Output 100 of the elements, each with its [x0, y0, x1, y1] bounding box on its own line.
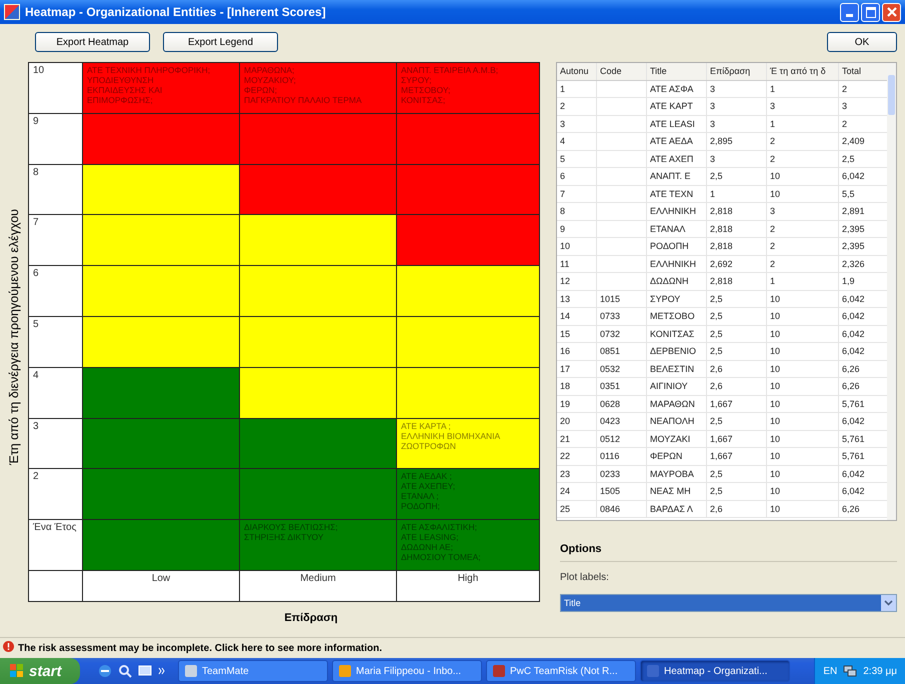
- table-cell: 10: [767, 448, 839, 464]
- table-cell: ΝΕΑΠΟΛΗ: [647, 413, 707, 430]
- table-cell: 2: [557, 98, 597, 114]
- table-cell: 1,667: [707, 430, 767, 447]
- table-cell: 6: [557, 168, 597, 184]
- table-cell: 18: [557, 378, 597, 394]
- table-cell: 2,5: [707, 168, 767, 184]
- taskbar-button[interactable]: Heatmap - Organizati...: [640, 660, 790, 682]
- export-button[interactable]: Export Heatmap: [35, 32, 150, 52]
- taskbar-button[interactable]: PwC TeamRisk (Not R...: [486, 660, 636, 682]
- table-cell: 1,667: [707, 448, 767, 464]
- table-cell-text: 6,042: [841, 468, 866, 481]
- window-title: Heatmap - Organizational Entities - [Inherent Scores]: [25, 5, 327, 19]
- network-icon[interactable]: [843, 665, 858, 677]
- table-cell: 2,5: [707, 326, 767, 342]
- export-button[interactable]: Export Legend: [163, 32, 278, 52]
- chevron-icon[interactable]: [158, 667, 166, 675]
- table-cell: ΕΛΛΗΝΙΚΗ: [647, 203, 707, 220]
- table-cell: ΑΙΓΙΝΙΟΥ: [647, 378, 707, 394]
- column-header[interactable]: Code: [597, 63, 647, 80]
- table-cell: 10: [767, 343, 839, 360]
- row-label: 8: [29, 164, 83, 216]
- scrollbar[interactable]: [887, 63, 896, 520]
- table-cell: 0628: [597, 396, 647, 412]
- column-header[interactable]: Έ τη από τη δ: [767, 63, 839, 80]
- cell-label: ΑΤΕ ΑΣΦΑΛΙΣΤΙΚΗ; ΑΤΕ LEASING; ΔΩΔΩΝΗ ΑΕ; ΔΗΜΟΣΙΟΥ ΤΟΜΕΑ;: [401, 522, 482, 562]
- table-cell-text: 6,26: [841, 380, 861, 394]
- table-cell: 2: [767, 220, 839, 237]
- table-cell: ΔΩΔΩΝΗ: [647, 273, 707, 290]
- table-cell: ΔΕΡΒΕΝΙΟ: [647, 343, 707, 360]
- clock: 2:39 μμ: [863, 666, 897, 676]
- table-cell: 10: [767, 308, 839, 324]
- maximize-button[interactable]: [861, 2, 880, 22]
- search-icon[interactable]: [118, 664, 132, 678]
- row-label: 7: [29, 215, 83, 266]
- table-cell: 1505: [597, 483, 647, 500]
- table-cell: 5: [557, 150, 597, 167]
- start-button[interactable]: start: [0, 658, 80, 684]
- table-cell-text: 2: [841, 118, 848, 131]
- ok-button[interactable]: OK: [827, 32, 897, 52]
- table-cell: 1: [767, 80, 839, 97]
- table-cell: 2,6: [707, 500, 767, 517]
- table-cell: 2,6: [707, 360, 767, 377]
- table-cell: 12: [557, 273, 597, 290]
- table-cell: ΚΟΝΙΤΣΑΣ: [647, 326, 707, 342]
- table-cell-text: 6,26: [841, 362, 861, 376]
- table-cell: 2,6: [707, 378, 767, 394]
- table-cell: 2: [767, 150, 839, 167]
- table-cell: 9: [557, 220, 597, 237]
- table-cell: 2,692: [707, 256, 767, 272]
- table-cell: 2,5: [707, 466, 767, 482]
- plot-labels-dropdown[interactable]: Title: [560, 594, 897, 612]
- table-cell: 10: [767, 290, 839, 307]
- status-message[interactable]: The risk assessment may be incomplete. Click here to see more information.: [18, 642, 382, 654]
- table-cell-text: 6,042: [841, 292, 866, 306]
- table-cell: ΡΟΔΟΠΗ: [647, 238, 707, 254]
- desktop-icon[interactable]: [138, 664, 152, 678]
- app-icon: [339, 665, 351, 677]
- table-cell: 1015: [597, 290, 647, 307]
- table-cell: 1: [767, 273, 839, 290]
- column-header[interactable]: Επίδραση: [707, 63, 767, 80]
- table-cell: 22: [557, 448, 597, 464]
- table-cell: 2: [767, 133, 839, 150]
- table-cell: 10: [767, 360, 839, 377]
- table-cell: 25: [557, 500, 597, 517]
- table-cell-text: 5,761: [841, 432, 866, 446]
- table-cell: 10: [767, 500, 839, 517]
- table-cell: ΑΝΑΠΤ. Ε: [647, 168, 707, 184]
- table-cell: ΕΤΑΝΑΛ: [647, 220, 707, 237]
- column-header[interactable]: Total: [839, 63, 879, 80]
- table-cell: 19: [557, 396, 597, 412]
- row-label: Ένα Έτος: [29, 520, 83, 571]
- table-cell: 21: [557, 430, 597, 447]
- table-cell: ΑΤΕ ΤΕΧΝ: [647, 186, 707, 202]
- cell-label: ΔΙΑΡΚΟΥΣ ΒΕΛΤΙΩΣΗΣ; ΣΤΗΡΙΞΗΣ ΔΙΚΤΥΟΥ: [244, 522, 339, 542]
- table-cell: ΒΑΡΔΑΣ Λ: [647, 500, 707, 517]
- table-cell: 2,5: [707, 483, 767, 500]
- table-cell: 3: [767, 203, 839, 220]
- close-button[interactable]: [882, 2, 901, 22]
- table-cell: 1: [707, 186, 767, 202]
- table-cell: 0351: [597, 378, 647, 394]
- table-cell: 10: [767, 168, 839, 184]
- table-cell: 2,5: [707, 308, 767, 324]
- minimize-button[interactable]: [840, 2, 859, 22]
- cell-label: ΑΤΕ ΑΕΔΑΚ ; ΑΤΕ ΑΧΕΠΕΥ; ΕΤΑΝΑΛ ; ΡΟΔΟΠΗ;: [401, 471, 456, 512]
- table-cell: 2,5: [707, 290, 767, 307]
- table-cell: 3: [557, 116, 597, 132]
- column-header[interactable]: Autonu: [557, 63, 597, 80]
- table-cell: 10: [767, 378, 839, 394]
- table-cell: 1: [557, 80, 597, 97]
- app-icon: [4, 4, 20, 20]
- close-icon[interactable]: [886, 6, 898, 18]
- column-header[interactable]: Title: [647, 63, 707, 80]
- taskbar-button[interactable]: Maria Filippeou - Inbo...: [332, 660, 482, 682]
- app-icon: [647, 665, 659, 677]
- cell-label: ΑΝΑΠΤ. ΕΤΑΙΡΕΙΑ Α.Μ.Β; ΣΥΡΟΥ; ΜΕΤΣΟΒΟΥ; ΚΟΝΙΤΣΑΣ;: [401, 65, 500, 105]
- taskbar-button[interactable]: TeamMate: [178, 660, 328, 682]
- table-cell: 0733: [597, 308, 647, 324]
- table-cell: 0851: [597, 343, 647, 360]
- table-cell: 4: [557, 133, 597, 150]
